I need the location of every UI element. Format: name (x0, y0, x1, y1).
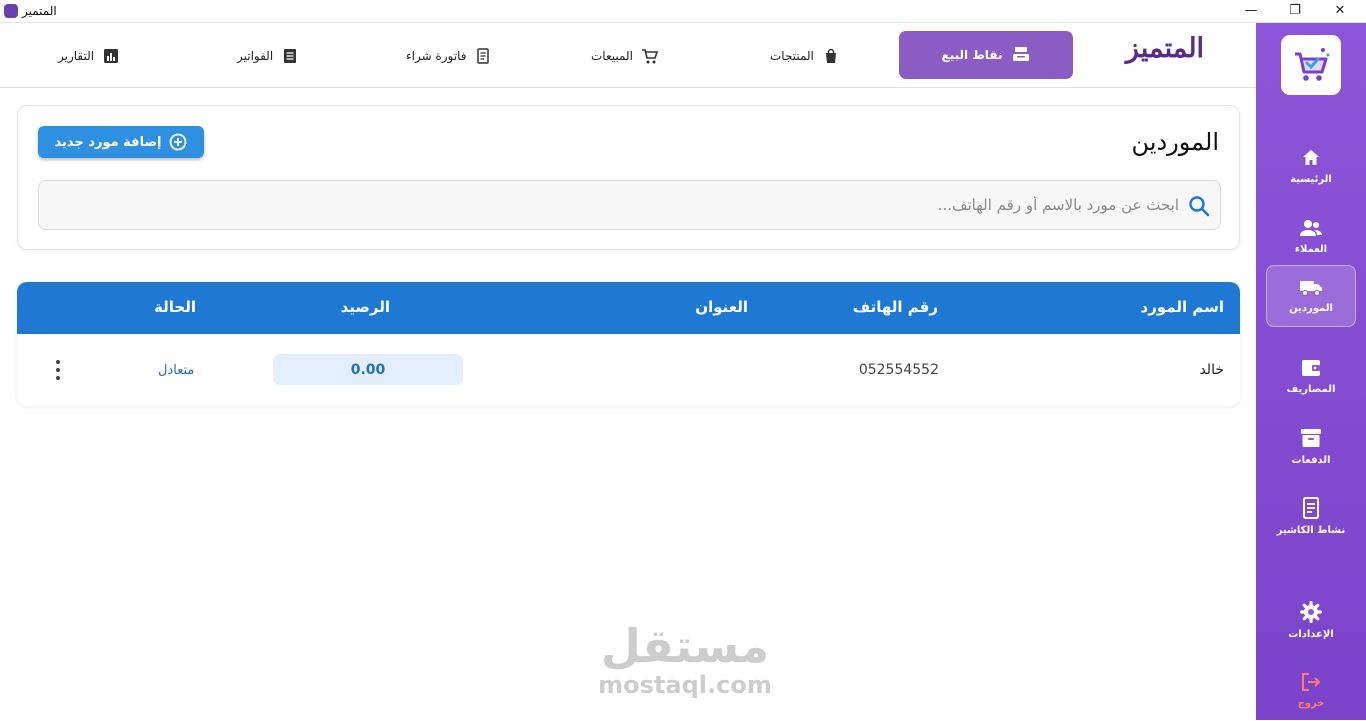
plus-circle-icon (170, 133, 187, 151)
minimize-button[interactable]: — (1236, 2, 1266, 20)
watermark-arabic: مستقل (600, 619, 770, 673)
watermark-latin: mostaql.com (598, 671, 772, 699)
sidebar-item-expenses-label: المصاريف (1286, 383, 1336, 395)
archive-box-icon (1301, 428, 1321, 447)
nav-reports[interactable]: التقارير (58, 44, 120, 68)
brand-logo-text: المتميز (1125, 33, 1205, 64)
cell-supplier-name: خالد (1199, 362, 1224, 378)
cart-logo-icon (1295, 48, 1330, 81)
page-title: الموردين (1131, 128, 1219, 156)
nav-products[interactable]: المنتجات (770, 44, 840, 68)
cell-balance: 0.00 (273, 354, 463, 385)
sidebar-item-customers[interactable]: العملاء (1266, 205, 1356, 267)
nav-invoices-label: الفواتير (237, 49, 274, 63)
window-titlebar: المتميز — ❐ ✕ (0, 0, 1366, 23)
wallet-icon (1302, 359, 1320, 376)
sidebar-item-settings[interactable]: الإعدادات (1266, 589, 1356, 651)
add-supplier-button[interactable]: إضافة مورد جديد (38, 126, 204, 158)
search-input[interactable] (49, 189, 1179, 221)
shopping-bag-icon (822, 47, 840, 65)
column-header-status: الحالة (154, 298, 196, 316)
sidebar-item-payments[interactable]: الدفعات (1266, 415, 1356, 477)
nav-sales[interactable]: المبيعات (591, 44, 659, 68)
table-header: اسم المورد رقم الهاتف العنوان الرصيد الح… (17, 282, 1240, 334)
sidebar-item-cashier-activity[interactable]: نشاط الكاشير (1266, 485, 1356, 547)
app-logo (1281, 35, 1341, 95)
cash-register-icon (1012, 45, 1030, 66)
users-icon (1300, 219, 1322, 236)
watermark: مستقل mostaql.com (560, 620, 810, 698)
suppliers-header-card: الموردين إضافة مورد جديد (17, 105, 1240, 250)
cell-phone: 052554552 (858, 362, 939, 378)
nav-pos-label: نقاط البيع (941, 48, 1003, 62)
cell-status: متعادل (158, 363, 195, 378)
nav-sales-label: المبيعات (591, 49, 633, 63)
column-header-address: العنوان (695, 298, 748, 316)
sidebar-item-settings-label: الإعدادات (1288, 628, 1334, 640)
sidebar-item-suppliers-label: الموردين (1289, 302, 1333, 314)
column-header-balance: الرصيد (340, 298, 390, 316)
window-title: المتميز (22, 4, 57, 18)
nav-purchase-invoice[interactable]: فاتورة شراء (406, 44, 492, 68)
sidebar-item-home[interactable]: الرئيسية (1266, 135, 1356, 197)
sidebar-item-cashier-activity-label: نشاط الكاشير (1276, 524, 1346, 536)
sidebar-item-logout[interactable]: خروج (1266, 659, 1356, 721)
suppliers-table: اسم المورد رقم الهاتف العنوان الرصيد الح… (17, 282, 1240, 406)
nav-invoices[interactable]: الفواتير (237, 44, 299, 68)
sidebar-item-customers-label: العملاء (1294, 243, 1328, 255)
sidebar-item-logout-label: خروج (1297, 697, 1325, 709)
column-header-name: اسم المورد (1140, 298, 1224, 316)
gear-icon (1300, 600, 1322, 623)
search-box (38, 180, 1221, 230)
sidebar-item-home-label: الرئيسية (1290, 173, 1332, 185)
nav-pos-button[interactable]: نقاط البيع (899, 31, 1073, 79)
nav-reports-label: التقارير (58, 49, 95, 63)
truck-icon (1300, 280, 1322, 296)
close-window-button[interactable]: ✕ (1325, 2, 1355, 20)
invoice-list-icon (281, 47, 299, 65)
sidebar-item-expenses[interactable]: المصاريف (1266, 345, 1356, 407)
cart-icon (641, 47, 659, 65)
top-navigation: المتميز نقاط البيع المنتجات المبيعات فات… (0, 23, 1256, 88)
nav-purchase-invoice-label: فاتورة شراء (406, 49, 467, 63)
home-icon (1303, 149, 1319, 165)
sidebar-item-suppliers[interactable]: الموردين (1266, 265, 1356, 327)
search-icon (1189, 196, 1210, 217)
app-icon (4, 4, 18, 18)
sidebar: الرئيسية العملاء الموردين المصاريف الدفع… (1256, 23, 1366, 720)
nav-products-label: المنتجات (770, 49, 814, 63)
column-header-phone: رقم الهاتف (852, 298, 938, 316)
row-actions-menu-icon[interactable] (53, 360, 63, 380)
sidebar-item-payments-label: الدفعات (1291, 454, 1331, 466)
receipt-list-icon (1303, 496, 1319, 519)
logout-icon (1302, 672, 1321, 691)
bar-chart-icon (102, 47, 120, 65)
restore-button[interactable]: ❐ (1280, 2, 1310, 20)
receipt-icon (474, 47, 492, 65)
add-supplier-label: إضافة مورد جديد (54, 134, 162, 150)
